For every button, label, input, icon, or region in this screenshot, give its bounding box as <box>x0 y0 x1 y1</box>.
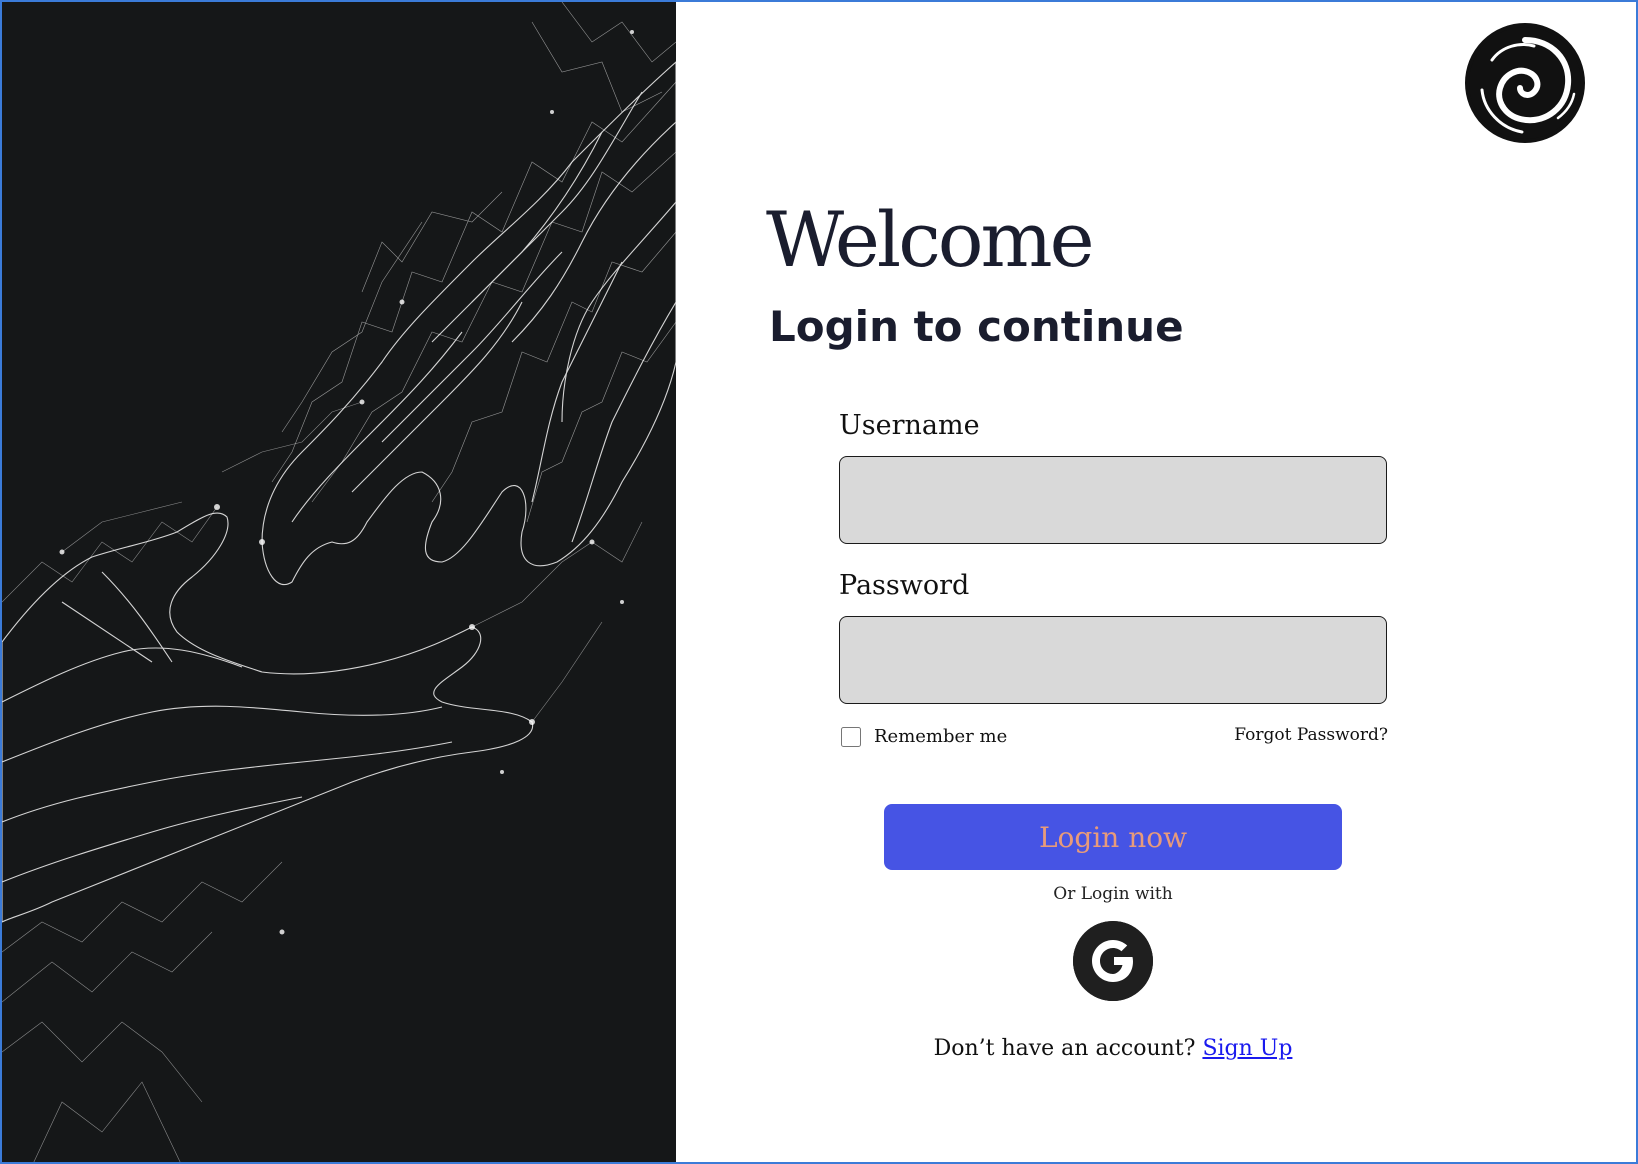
login-panel: Welcome Login to continue Username Passw… <box>676 2 1636 1162</box>
forgot-password-link[interactable]: Forgot Password? <box>1234 725 1388 745</box>
or-login-with-text: Or Login with <box>1053 884 1173 904</box>
login-page: Welcome Login to continue Username Passw… <box>0 0 1638 1164</box>
password-label: Password <box>839 570 970 601</box>
hero-image-panel <box>2 2 676 1162</box>
signup-prompt: Don’t have an account? Sign Up <box>826 1036 1400 1061</box>
google-login-button[interactable] <box>1073 921 1153 1001</box>
login-button[interactable]: Login now <box>884 804 1342 870</box>
username-label: Username <box>839 410 980 441</box>
swirl-logo-icon <box>1465 23 1585 143</box>
wireframe-hands-image <box>2 2 676 1162</box>
login-subtitle: Login to continue <box>769 302 1184 351</box>
remember-me-label: Remember me <box>874 726 1008 747</box>
welcome-heading: Welcome <box>766 195 1095 284</box>
google-icon <box>1073 921 1153 1001</box>
username-field[interactable] <box>839 456 1387 544</box>
no-account-text: Don’t have an account? <box>933 1036 1196 1061</box>
password-field[interactable] <box>839 616 1387 704</box>
signup-link[interactable]: Sign Up <box>1202 1036 1292 1061</box>
remember-me-checkbox[interactable] <box>839 726 863 747</box>
remember-me-row: Remember me <box>839 726 1007 747</box>
